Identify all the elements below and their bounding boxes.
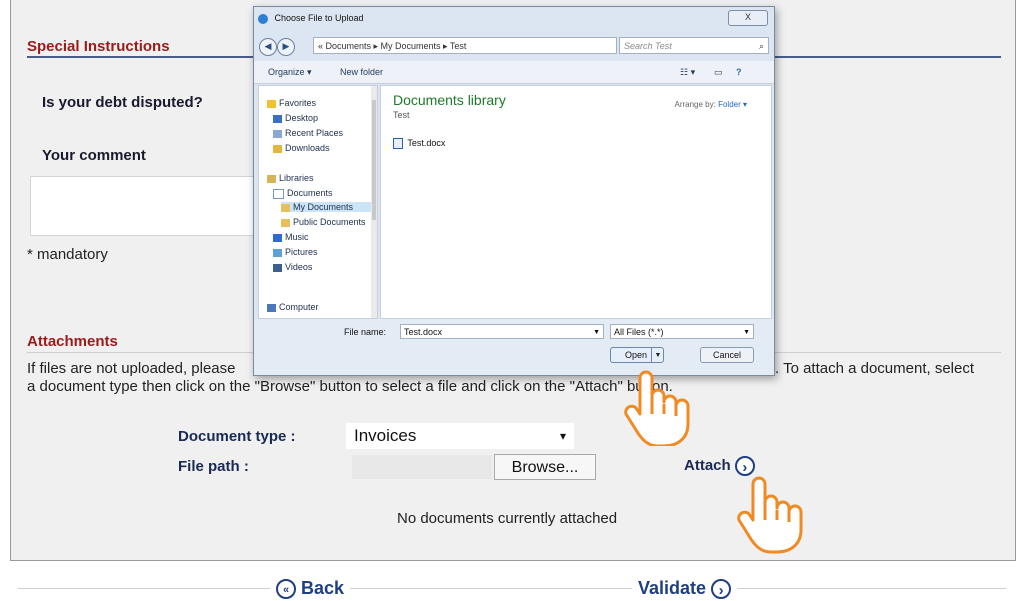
nav-item-pictures[interactable]: Pictures (273, 247, 318, 257)
forward-nav-button[interactable]: ▶ (277, 38, 295, 56)
file-type-value: All Files (*.*) (614, 327, 664, 337)
command-bar: Organize ▾ New folder ☷ ▾ ▭ ? (254, 61, 774, 84)
file-path-input[interactable] (352, 455, 492, 479)
attachments-info-right: . To attach a document, select (775, 360, 975, 377)
nav-item-libraries[interactable]: Libraries (267, 173, 314, 183)
chevron-down-icon: ▼ (743, 329, 750, 336)
address-row: ◀ ▶ « Documents ▸ My Documents ▸ Test Se… (257, 35, 769, 57)
back-button[interactable]: « Back (270, 578, 351, 600)
document-type-value: Invoices (354, 426, 417, 445)
documents-icon (273, 188, 284, 199)
attachments-info-left: If files are not uploaded, please (27, 360, 236, 377)
nav-item-videos[interactable]: Videos (273, 262, 312, 272)
nav-item-computer[interactable]: Computer (267, 302, 319, 312)
library-title: Documents library (393, 92, 506, 108)
dialog-title: Choose File to Upload (274, 13, 364, 23)
file-upload-dialog: Choose File to Upload X ◀ ▶ « Documents … (253, 6, 775, 376)
address-path: « Documents ▸ My Documents ▸ Test (318, 41, 467, 51)
chevron-down-icon: ▾ (559, 429, 566, 443)
address-bar[interactable]: « Documents ▸ My Documents ▸ Test (313, 37, 617, 54)
rewind-icon: « (276, 579, 296, 600)
chevron-down-icon[interactable]: ▼ (651, 348, 664, 362)
hand-pointer-icon (624, 370, 690, 446)
videos-icon (273, 263, 282, 272)
help-icon[interactable]: ? (736, 67, 742, 77)
browser-icon (258, 13, 268, 24)
navigation-pane: Favorites Desktop Recent Places Download… (258, 85, 378, 319)
file-name-value: Test.docx (404, 327, 443, 337)
search-placeholder: Search Test (624, 41, 672, 51)
browse-button[interactable]: Browse... (494, 454, 596, 480)
file-name-input[interactable]: Test.docx ▼ (400, 324, 604, 339)
close-icon: X (744, 12, 751, 22)
views-icon[interactable]: ☷ ▾ (680, 67, 695, 78)
file-item-name: Test.docx (407, 138, 446, 148)
open-button[interactable]: Open ▼ (610, 347, 664, 363)
new-folder-button[interactable]: New folder (340, 67, 383, 77)
nav-scrollbar[interactable] (371, 86, 377, 318)
chevron-right-icon: › (734, 456, 755, 476)
organize-button[interactable]: Organize ▾ (268, 67, 312, 78)
scrollbar-thumb[interactable] (372, 100, 376, 220)
back-label: Back (301, 578, 345, 598)
libraries-icon (267, 174, 276, 183)
document-type-select[interactable]: Invoices ▾ (346, 423, 574, 449)
open-label: Open (625, 350, 648, 360)
arrow-right-icon: ▶ (282, 41, 290, 51)
attach-button[interactable]: Attach › (684, 456, 755, 476)
comment-textarea[interactable] (30, 176, 262, 236)
document-type-label: Document type : (178, 428, 296, 445)
folder-icon (281, 203, 290, 212)
debt-disputed-question: Is your debt disputed? (42, 94, 203, 111)
dialog-footer: File name: Test.docx ▼ All Files (*.*) ▼… (254, 319, 774, 375)
attach-label: Attach (684, 456, 731, 474)
validate-label: Validate (638, 578, 707, 598)
arrow-left-icon: ◀ (264, 41, 272, 51)
file-name-label: File name: (344, 327, 387, 337)
file-path-label: File path : (178, 458, 249, 475)
validate-button[interactable]: Validate › (632, 578, 738, 600)
chevron-down-icon: ▼ (593, 329, 600, 336)
hand-pointer-icon (737, 476, 803, 554)
folder-icon (281, 218, 290, 227)
nav-item-desktop[interactable]: Desktop (273, 113, 318, 123)
nav-item-downloads[interactable]: Downloads (273, 143, 330, 153)
nav-item-documents[interactable]: Documents (273, 188, 333, 199)
library-subtitle: Test (393, 110, 410, 120)
pictures-icon (273, 248, 282, 257)
attachments-info-line2: a document type then click on the "Brows… (27, 378, 673, 395)
mandatory-note: * mandatory (27, 246, 108, 263)
no-documents-message: No documents currently attached (397, 510, 618, 527)
dialog-title-bar: Choose File to Upload (258, 10, 364, 26)
footer-divider (18, 588, 1006, 589)
arrange-by[interactable]: Arrange by: Folder ▾ (674, 100, 747, 109)
special-instructions-title: Special Instructions (27, 38, 170, 55)
arrange-by-label: Arrange by: (674, 100, 716, 109)
computer-icon (267, 303, 276, 312)
search-icon: ⌕ (758, 41, 764, 51)
file-type-select[interactable]: All Files (*.*) ▼ (610, 324, 754, 339)
nav-item-favorites[interactable]: Favorites (267, 98, 316, 108)
desktop-icon (273, 114, 282, 123)
nav-item-music[interactable]: Music (273, 232, 309, 242)
nav-item-recent-places[interactable]: Recent Places (273, 128, 343, 138)
file-item[interactable]: Test.docx (393, 138, 446, 150)
music-icon (273, 233, 282, 242)
cancel-button[interactable]: Cancel (700, 347, 754, 363)
nav-item-public-documents[interactable]: Public Documents (281, 217, 371, 227)
file-list-pane: Documents library Test Arrange by: Folde… (380, 85, 772, 319)
preview-pane-icon[interactable]: ▭ (714, 67, 723, 78)
nav-item-my-documents[interactable]: My Documents (281, 202, 373, 212)
star-icon (267, 99, 276, 108)
recent-places-icon (273, 129, 282, 138)
chevron-right-icon: › (711, 579, 732, 600)
search-input[interactable]: Search Test ⌕ (619, 37, 769, 54)
attachments-title: Attachments (27, 333, 118, 350)
word-document-icon (393, 138, 403, 150)
close-button[interactable]: X (728, 10, 768, 26)
comment-label: Your comment (42, 147, 146, 164)
arrange-by-value: Folder ▾ (718, 100, 747, 109)
back-nav-button[interactable]: ◀ (259, 38, 277, 56)
downloads-icon (273, 144, 282, 153)
